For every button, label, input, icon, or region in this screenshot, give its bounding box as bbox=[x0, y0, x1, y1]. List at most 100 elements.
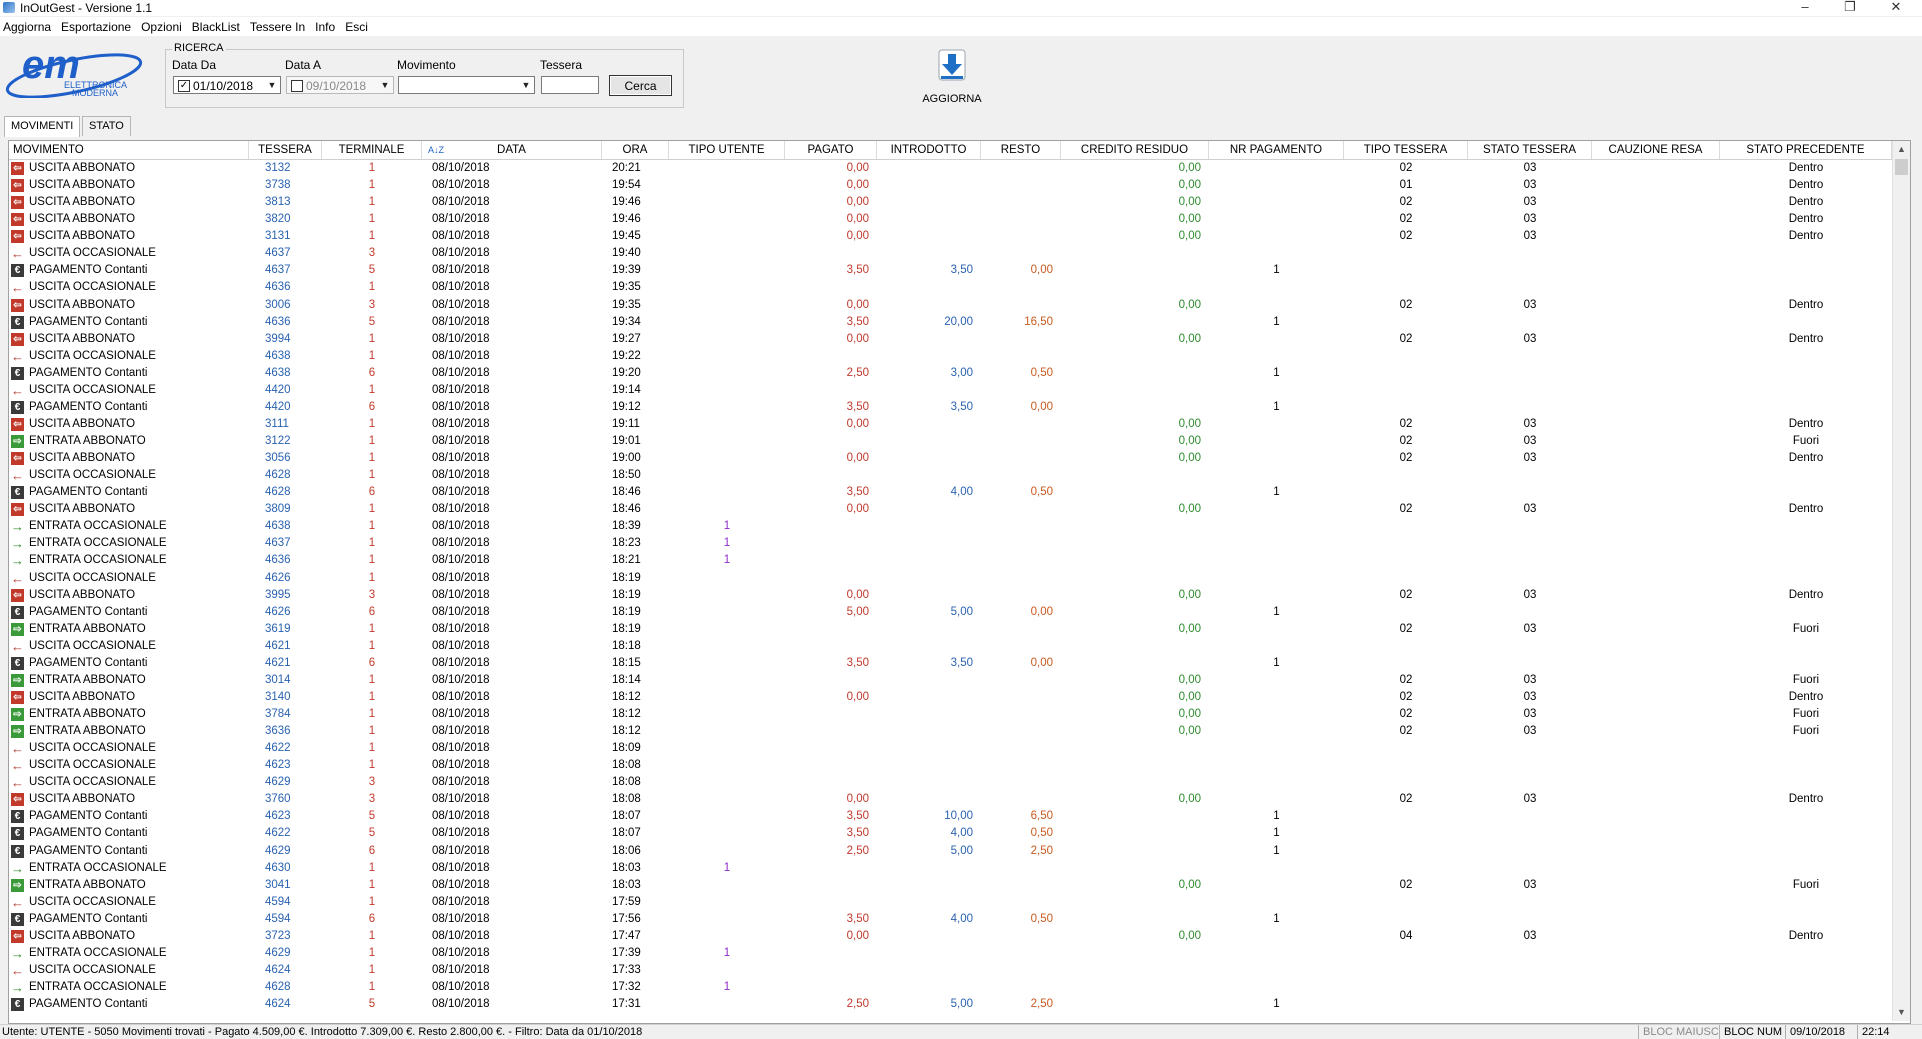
table-row[interactable]: ← USCITA OCCASIONALE 4638 1 08/10/2018 19:22 bbox=[9, 348, 1892, 365]
table-row[interactable]: ⇦ USCITA ABBONATO 3995 3 08/10/2018 18:19 0,00… bbox=[9, 587, 1892, 604]
data-a-picker[interactable]: 09/10/2018 ▼ bbox=[286, 76, 394, 94]
tessera-input[interactable] bbox=[541, 76, 599, 94]
tab-movimenti[interactable]: MOVIMENTI bbox=[4, 116, 81, 137]
data-da-checkbox[interactable]: ✓ bbox=[178, 80, 190, 92]
table-row[interactable]: € PAGAMENTO Contanti 4638 6 08/10/2018 19:20 2… bbox=[9, 365, 1892, 382]
table-row[interactable]: ⇨ ENTRATA ABBONATO 3784 1 08/10/2018 18:12 0,0… bbox=[9, 706, 1892, 723]
scroll-down-icon[interactable]: ▼ bbox=[1893, 1004, 1910, 1021]
column-header-resto[interactable]: RESTO bbox=[981, 141, 1061, 159]
table-row[interactable]: € PAGAMENTO Contanti 4621 6 08/10/2018 18:15 3… bbox=[9, 655, 1892, 672]
table-row[interactable]: € PAGAMENTO Contanti 4623 5 08/10/2018 18:07 3… bbox=[9, 808, 1892, 825]
cell-resto bbox=[981, 706, 1061, 723]
table-row[interactable]: → ENTRATA OCCASIONALE 4638 1 08/10/2018 18:39… bbox=[9, 518, 1892, 535]
table-row[interactable]: ⇦ USCITA ABBONATO 3006 3 08/10/2018 19:35 0,00… bbox=[9, 297, 1892, 314]
table-row[interactable]: € PAGAMENTO Contanti 4624 5 08/10/2018 17:31 2… bbox=[9, 996, 1892, 1013]
movimento-text: USCITA ABBONATO bbox=[29, 690, 136, 703]
table-row[interactable]: ← USCITA OCCASIONALE 4622 1 08/10/2018 18:09 bbox=[9, 740, 1892, 757]
column-header-data[interactable]: A↓Z DATA bbox=[422, 141, 602, 159]
column-header-stato-tessera[interactable]: STATO TESSERA bbox=[1468, 141, 1592, 159]
table-row[interactable]: ← USCITA OCCASIONALE 4637 3 08/10/2018 19:40 bbox=[9, 245, 1892, 262]
table-row[interactable]: ⇦ USCITA ABBONATO 3820 1 08/10/2018 19:46 0,00… bbox=[9, 211, 1892, 228]
column-header-introdotto[interactable]: INTRODOTTO bbox=[877, 141, 981, 159]
column-header-tipo-tessera[interactable]: TIPO TESSERA bbox=[1344, 141, 1468, 159]
chevron-down-icon[interactable]: ▼ bbox=[378, 78, 392, 92]
movements-table[interactable]: MOVIMENTO TESSERA TERMINALE A↓Z DATA ORA TIPO … bbox=[8, 140, 1911, 1024]
table-row[interactable]: € PAGAMENTO Contanti 4626 6 08/10/2018 18:19 5… bbox=[9, 604, 1892, 621]
minimize-button[interactable]: – bbox=[1785, 0, 1825, 16]
menu-aggiorna[interactable]: Aggiorna bbox=[0, 17, 58, 34]
table-row[interactable]: ⇨ ENTRATA ABBONATO 3122 1 08/10/2018 19:01 0,0… bbox=[9, 433, 1892, 450]
table-row[interactable]: ⇦ USCITA ABBONATO 3738 1 08/10/2018 19:54 0,00… bbox=[9, 177, 1892, 194]
cell-resto bbox=[981, 279, 1061, 296]
table-row[interactable]: → ENTRATA OCCASIONALE 4636 1 08/10/2018 18:21… bbox=[9, 552, 1892, 569]
table-row[interactable]: ⇦ USCITA ABBONATO 3132 1 08/10/2018 20:21 0,00… bbox=[9, 160, 1892, 177]
table-row[interactable]: ← USCITA OCCASIONALE 4621 1 08/10/2018 18:18 bbox=[9, 638, 1892, 655]
cell-ora: 18:19 bbox=[612, 571, 641, 584]
table-row[interactable]: € PAGAMENTO Contanti 4420 6 08/10/2018 19:12 3… bbox=[9, 399, 1892, 416]
menu-opzioni[interactable]: Opzioni bbox=[138, 17, 189, 34]
table-row[interactable]: € PAGAMENTO Contanti 4636 5 08/10/2018 19:34 3… bbox=[9, 314, 1892, 331]
table-row[interactable]: ⇨ ENTRATA ABBONATO 3041 1 08/10/2018 18:03 0,0… bbox=[9, 877, 1892, 894]
column-header-ora[interactable]: ORA bbox=[602, 141, 669, 159]
movimento-select[interactable]: ▼ bbox=[398, 76, 535, 94]
data-da-picker[interactable]: ✓ 01/10/2018 ▼ bbox=[173, 76, 281, 94]
column-header-cauzione-resa[interactable]: CAUZIONE RESA bbox=[1592, 141, 1720, 159]
table-row[interactable]: ⇦ USCITA ABBONATO 3111 1 08/10/2018 19:11 0,00… bbox=[9, 416, 1892, 433]
column-header-tipo-utente[interactable]: TIPO UTENTE bbox=[669, 141, 785, 159]
cell-stato-precedente bbox=[1720, 825, 1892, 842]
table-row[interactable]: ← USCITA OCCASIONALE 4636 1 08/10/2018 19:35 bbox=[9, 279, 1892, 296]
cell-stato-precedente bbox=[1720, 279, 1892, 296]
status-num-lock: BLOC NUM bbox=[1719, 1025, 1786, 1039]
menu-esci[interactable]: Esci bbox=[342, 17, 375, 34]
table-row[interactable]: ← USCITA OCCASIONALE 4420 1 08/10/2018 19:14 bbox=[9, 382, 1892, 399]
table-row[interactable]: ← USCITA OCCASIONALE 4594 1 08/10/2018 17:59 bbox=[9, 894, 1892, 911]
vertical-scrollbar[interactable]: ▲ ▼ bbox=[1892, 141, 1910, 1021]
aggiorna-button[interactable]: AGGIORNA bbox=[922, 47, 982, 107]
column-header-pagato[interactable]: PAGATO bbox=[785, 141, 877, 159]
table-row[interactable]: ⇦ USCITA ABBONATO 3140 1 08/10/2018 18:12 0,00… bbox=[9, 689, 1892, 706]
table-row[interactable]: → ENTRATA OCCASIONALE 4637 1 08/10/2018 18:23… bbox=[9, 535, 1892, 552]
table-row[interactable]: ← USCITA OCCASIONALE 4626 1 08/10/2018 18:19 bbox=[9, 570, 1892, 587]
tab-stato[interactable]: STATO bbox=[82, 116, 131, 136]
table-row[interactable]: → ENTRATA OCCASIONALE 4628 1 08/10/2018 17:32… bbox=[9, 979, 1892, 996]
table-row[interactable]: ← USCITA OCCASIONALE 4624 1 08/10/2018 17:33 bbox=[9, 962, 1892, 979]
table-row[interactable]: ⇦ USCITA ABBONATO 3813 1 08/10/2018 19:46 0,00… bbox=[9, 194, 1892, 211]
table-row[interactable]: ⇦ USCITA ABBONATO 3994 1 08/10/2018 19:27 0,00… bbox=[9, 331, 1892, 348]
column-header-terminale[interactable]: TERMINALE bbox=[322, 141, 422, 159]
menu-tessere-in[interactable]: Tessere In bbox=[247, 17, 312, 34]
close-button[interactable]: ✕ bbox=[1876, 0, 1916, 16]
table-row[interactable]: ← USCITA OCCASIONALE 4623 1 08/10/2018 18:08 bbox=[9, 757, 1892, 774]
table-row[interactable]: ⇦ USCITA ABBONATO 3056 1 08/10/2018 19:00 0,00… bbox=[9, 450, 1892, 467]
table-row[interactable]: ⇦ USCITA ABBONATO 3131 1 08/10/2018 19:45 0,00… bbox=[9, 228, 1892, 245]
menu-info[interactable]: Info bbox=[312, 17, 342, 34]
table-row[interactable]: ← USCITA OCCASIONALE 4629 3 08/10/2018 18:08 bbox=[9, 774, 1892, 791]
table-row[interactable]: → ENTRATA OCCASIONALE 4629 1 08/10/2018 17:39… bbox=[9, 945, 1892, 962]
table-row[interactable]: ⇦ USCITA ABBONATO 3723 1 08/10/2018 17:47 0,00… bbox=[9, 928, 1892, 945]
table-row[interactable]: € PAGAMENTO Contanti 4594 6 08/10/2018 17:56 3… bbox=[9, 911, 1892, 928]
table-row[interactable]: ⇨ ENTRATA ABBONATO 3636 1 08/10/2018 18:12 0,0… bbox=[9, 723, 1892, 740]
table-row[interactable]: € PAGAMENTO Contanti 4628 6 08/10/2018 18:46 3… bbox=[9, 484, 1892, 501]
table-row[interactable]: € PAGAMENTO Contanti 4629 6 08/10/2018 18:06 2… bbox=[9, 843, 1892, 860]
table-row[interactable]: ⇨ ENTRATA ABBONATO 3619 1 08/10/2018 18:19 0,0… bbox=[9, 621, 1892, 638]
column-header-movimento[interactable]: MOVIMENTO bbox=[9, 141, 249, 159]
column-header-nr-pagamento[interactable]: NR PAGAMENTO bbox=[1209, 141, 1344, 159]
restore-button[interactable]: ❐ bbox=[1830, 0, 1870, 16]
table-row[interactable]: ⇦ USCITA ABBONATO 3760 3 08/10/2018 18:08 0,00… bbox=[9, 791, 1892, 808]
table-row[interactable]: ⇦ USCITA ABBONATO 3809 1 08/10/2018 18:46 0,00… bbox=[9, 501, 1892, 518]
data-a-checkbox[interactable] bbox=[291, 80, 303, 92]
table-row[interactable]: ← USCITA OCCASIONALE 4628 1 08/10/2018 18:50 bbox=[9, 467, 1892, 484]
scroll-up-icon[interactable]: ▲ bbox=[1893, 141, 1910, 158]
table-row[interactable]: ⇨ ENTRATA ABBONATO 3014 1 08/10/2018 18:14 0,0… bbox=[9, 672, 1892, 689]
menu-esportazione[interactable]: Esportazione bbox=[58, 17, 138, 34]
table-row[interactable]: → ENTRATA OCCASIONALE 4630 1 08/10/2018 18:03… bbox=[9, 860, 1892, 877]
column-header-stato-precedente[interactable]: STATO PRECEDENTE bbox=[1720, 141, 1892, 159]
menu-blacklist[interactable]: BlackList bbox=[189, 17, 247, 34]
column-header-tessera[interactable]: TESSERA bbox=[249, 141, 322, 159]
table-row[interactable]: € PAGAMENTO Contanti 4622 5 08/10/2018 18:07 3… bbox=[9, 825, 1892, 842]
chevron-down-icon[interactable]: ▼ bbox=[265, 78, 279, 92]
chevron-down-icon[interactable]: ▼ bbox=[519, 78, 533, 92]
column-header-credito-residuo[interactable]: CREDITO RESIDUO bbox=[1061, 141, 1209, 159]
scroll-thumb[interactable] bbox=[1895, 159, 1908, 175]
table-row[interactable]: € PAGAMENTO Contanti 4637 5 08/10/2018 19:39 3… bbox=[9, 262, 1892, 279]
cerca-button[interactable]: Cerca bbox=[609, 75, 672, 96]
